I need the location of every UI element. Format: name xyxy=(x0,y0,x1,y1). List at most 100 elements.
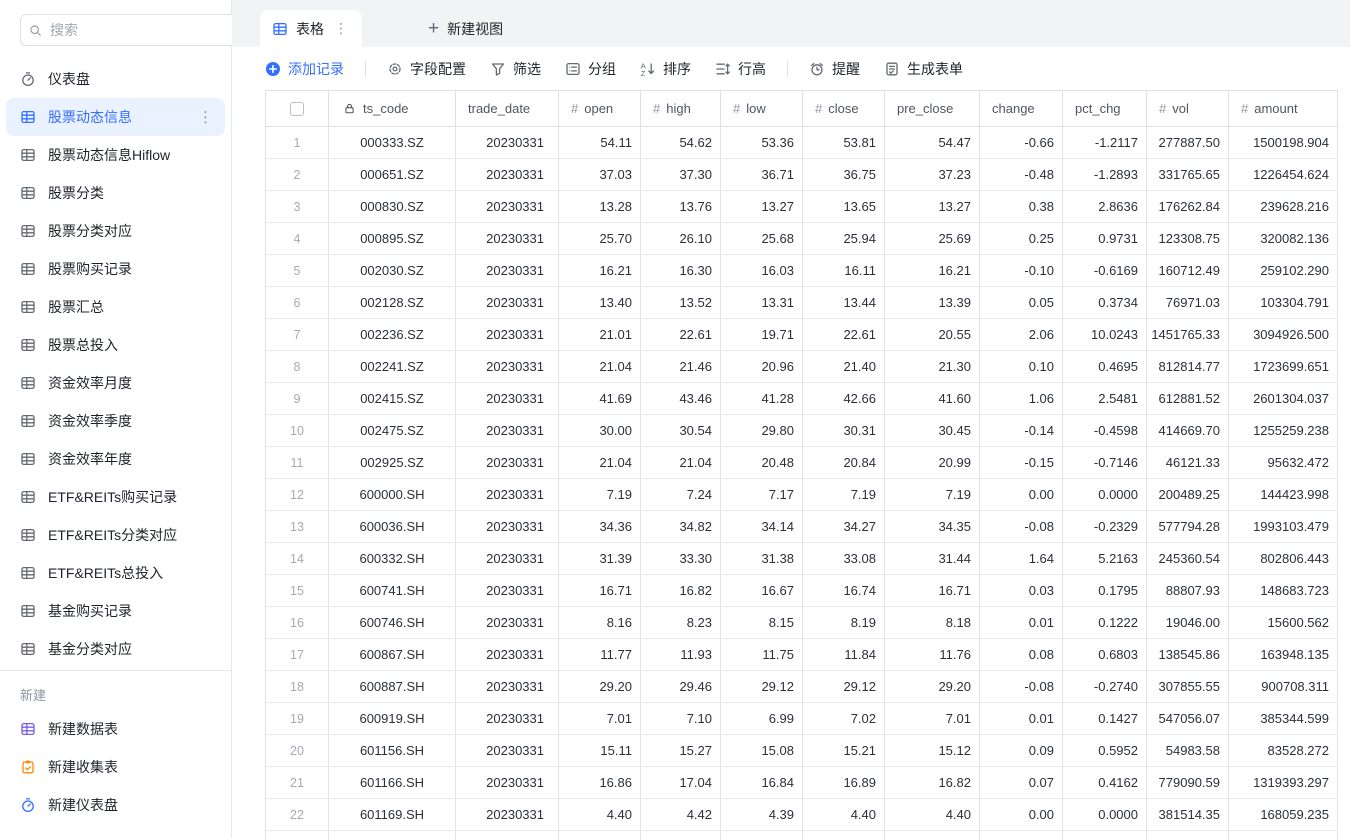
cell-pre_close[interactable]: 4.40 xyxy=(885,799,980,831)
cell-close[interactable]: 16.11 xyxy=(803,255,885,287)
cell-pct_chg[interactable]: 2.8636 xyxy=(1063,191,1147,223)
cell-trade_date[interactable]: 20230331 xyxy=(456,543,559,575)
cell-ts_code[interactable]: 601156.SH xyxy=(329,735,456,767)
field-config-button[interactable]: 字段配置 xyxy=(387,59,466,79)
sidebar-item[interactable]: 股票总投入 xyxy=(6,326,225,364)
cell-high[interactable]: 37.30 xyxy=(641,159,721,191)
cell-high[interactable]: 29.46 xyxy=(641,671,721,703)
cell-amount[interactable]: 148683.723 xyxy=(1229,575,1338,607)
cell-pct_chg[interactable]: -0.2329 xyxy=(1063,511,1147,543)
cell-trade_date[interactable]: 20230331 xyxy=(456,703,559,735)
sidebar-item[interactable]: 股票动态信息Hiflow xyxy=(6,136,225,174)
cell-amount[interactable]: 239628.216 xyxy=(1229,191,1338,223)
cell-high[interactable]: 54.62 xyxy=(641,127,721,159)
cell-amount[interactable]: 259102.290 xyxy=(1229,255,1338,287)
cell-vol[interactable]: 414669.70 xyxy=(1147,415,1229,447)
cell-ts_code[interactable]: 002475.SZ xyxy=(329,415,456,447)
cell-change[interactable]: 1.06 xyxy=(980,383,1063,415)
cell-trade_date[interactable]: 20230331 xyxy=(456,735,559,767)
cell-pre_close[interactable]: 15.12 xyxy=(885,735,980,767)
cell-pre_close[interactable]: 8.18 xyxy=(885,607,980,639)
cell-close[interactable]: 29.12 xyxy=(803,671,885,703)
cell-pct_chg[interactable]: -0.7146 xyxy=(1063,447,1147,479)
cell-amount[interactable]: 15600.562 xyxy=(1229,607,1338,639)
cell-trade_date[interactable]: 20230331 xyxy=(456,287,559,319)
row-number[interactable]: 18 xyxy=(266,671,329,703)
cell-close[interactable]: 16.74 xyxy=(803,575,885,607)
row-number[interactable]: 10 xyxy=(266,415,329,447)
cell-high[interactable]: 11.93 xyxy=(641,639,721,671)
cell-high[interactable]: 7.10 xyxy=(641,703,721,735)
cell-vol[interactable]: 76971.03 xyxy=(1147,287,1229,319)
cell-high[interactable]: 22.61 xyxy=(641,319,721,351)
cell-ts_code[interactable]: 000651.SZ xyxy=(329,159,456,191)
cell-amount[interactable]: 144423.998 xyxy=(1229,479,1338,511)
cell-close[interactable]: 7.02 xyxy=(803,703,885,735)
cell-open[interactable]: 25.70 xyxy=(559,223,641,255)
cell-pct_chg[interactable]: 2.5481 xyxy=(1063,383,1147,415)
cell-amount[interactable]: 103304.791 xyxy=(1229,287,1338,319)
cell-change[interactable]: -0.48 xyxy=(980,159,1063,191)
cell-close[interactable]: 16.89 xyxy=(803,767,885,799)
cell-change[interactable]: 0.25 xyxy=(980,223,1063,255)
cell-ts_code[interactable]: 000830.SZ xyxy=(329,191,456,223)
cell-pre_close[interactable]: 30.45 xyxy=(885,415,980,447)
cell-high[interactable]: 43.46 xyxy=(641,383,721,415)
row-number[interactable]: 12 xyxy=(266,479,329,511)
row-height-button[interactable]: 行高 xyxy=(715,59,766,79)
cell-change[interactable]: 0.05 xyxy=(980,287,1063,319)
sidebar-item[interactable]: 仪表盘 xyxy=(6,60,225,98)
tab-more-icon[interactable]: ⋮ xyxy=(332,20,350,37)
cell-amount[interactable]: 83528.272 xyxy=(1229,735,1338,767)
column-header-high[interactable]: #high xyxy=(641,91,721,127)
row-number[interactable]: 6 xyxy=(266,287,329,319)
cell-high[interactable]: 8.23 xyxy=(641,607,721,639)
cell-change[interactable]: 0.09 xyxy=(980,735,1063,767)
cell-amount[interactable]: 1319393.297 xyxy=(1229,767,1338,799)
cell-close[interactable]: 53.81 xyxy=(803,127,885,159)
cell-trade_date[interactable]: 20230331 xyxy=(456,639,559,671)
cell-high[interactable]: 16.82 xyxy=(641,575,721,607)
sidebar-item[interactable]: 股票分类对应 xyxy=(6,212,225,250)
cell-vol[interactable]: 176262.84 xyxy=(1147,191,1229,223)
cell-low[interactable]: 13.31 xyxy=(721,287,803,319)
cell-pct_chg[interactable]: 10.0243 xyxy=(1063,319,1147,351)
cell-change[interactable]: -0.15 xyxy=(980,447,1063,479)
cell-pct_chg[interactable]: 0.6803 xyxy=(1063,639,1147,671)
cell-close[interactable]: 15.21 xyxy=(803,735,885,767)
cell-vol[interactable]: 200489.25 xyxy=(1147,479,1229,511)
cell-open[interactable]: 8.16 xyxy=(559,607,641,639)
filter-button[interactable]: 筛选 xyxy=(490,59,541,79)
sidebar-item[interactable]: 资金效率月度 xyxy=(6,364,225,402)
cell-trade_date[interactable]: 20230331 xyxy=(456,671,559,703)
cell-change[interactable]: 0.00 xyxy=(980,479,1063,511)
cell-vol[interactable]: 547056.07 xyxy=(1147,703,1229,735)
cell-amount[interactable]: 1500198.904 xyxy=(1229,127,1338,159)
row-number[interactable]: 13 xyxy=(266,511,329,543)
cell-trade_date[interactable]: 20230331 xyxy=(456,223,559,255)
cell-vol[interactable]: 88807.93 xyxy=(1147,575,1229,607)
cell-low[interactable]: 4.39 xyxy=(721,799,803,831)
cell-ts_code[interactable]: 600332.SH xyxy=(329,543,456,575)
cell-pre_close[interactable]: 41.60 xyxy=(885,383,980,415)
cell-change[interactable]: -0.08 xyxy=(980,671,1063,703)
row-number[interactable]: 8 xyxy=(266,351,329,383)
cell-amount[interactable]: 1226454.624 xyxy=(1229,159,1338,191)
cell-close[interactable]: 7.19 xyxy=(803,479,885,511)
cell-close[interactable]: 21.40 xyxy=(803,351,885,383)
cell-close[interactable]: 25.94 xyxy=(803,223,885,255)
cell-pre_close[interactable]: 20.55 xyxy=(885,319,980,351)
cell-change[interactable]: 0.01 xyxy=(980,703,1063,735)
cell-vol[interactable]: 123308.75 xyxy=(1147,223,1229,255)
cell-open[interactable]: 34.36 xyxy=(559,511,641,543)
cell-pct_chg[interactable]: 0.4695 xyxy=(1063,351,1147,383)
cell-open[interactable]: 21.04 xyxy=(559,351,641,383)
cell-amount[interactable]: 900708.311 xyxy=(1229,671,1338,703)
cell-change[interactable]: 0.01 xyxy=(980,607,1063,639)
cell-vol[interactable]: 19046.00 xyxy=(1147,607,1229,639)
search-input-field[interactable] xyxy=(48,21,233,39)
cell-ts_code[interactable]: 600887.SH xyxy=(329,671,456,703)
cell-close[interactable]: 42.66 xyxy=(803,383,885,415)
cell-high[interactable]: 17.04 xyxy=(641,767,721,799)
cell-pre_close[interactable]: 16.82 xyxy=(885,767,980,799)
